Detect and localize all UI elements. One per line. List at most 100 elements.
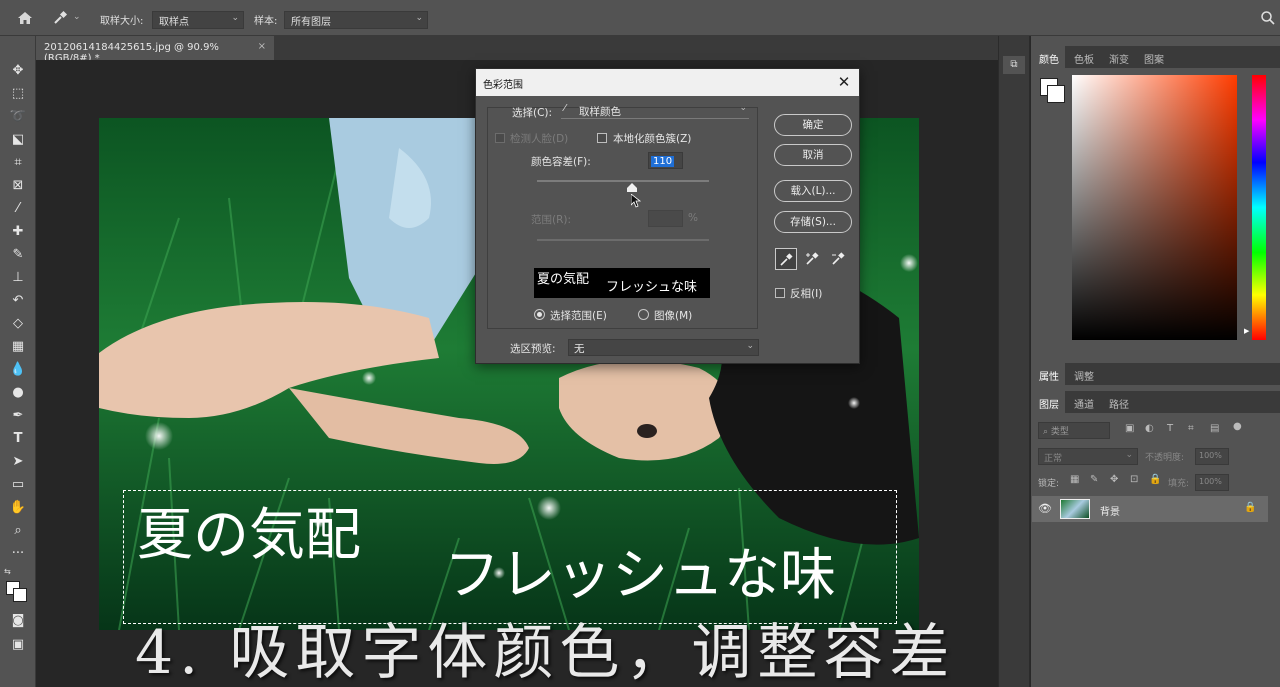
shape-filter-icon[interactable]: ⌗ — [1188, 423, 1194, 434]
dodge-tool-icon[interactable]: ● — [8, 384, 28, 402]
gradient-tool-icon[interactable]: ▦ — [8, 338, 28, 356]
selection-preview-thumbnail: 夏の気配 フレッシュな味 — [534, 268, 710, 298]
lock-transparency-icon[interactable]: ▦ — [1070, 474, 1079, 485]
frame-tool-icon[interactable]: ⊠ — [8, 177, 28, 195]
home-icon[interactable] — [16, 9, 34, 27]
image-radio[interactable] — [638, 309, 649, 320]
localized-clusters-checkbox[interactable] — [597, 133, 607, 143]
eyedropper-subtract-icon[interactable] — [827, 248, 849, 270]
select-dropdown[interactable]: ⁄ 取样颜色 ⌄ — [561, 103, 749, 119]
tab-properties[interactable]: 属性 — [1039, 368, 1059, 383]
opacity-value: 100% — [1199, 451, 1222, 460]
cancel-button[interactable]: 取消 — [774, 144, 852, 166]
blend-mode-select[interactable]: 正常 ⌄ — [1038, 448, 1138, 465]
save-button[interactable]: 存储(S)... — [774, 211, 852, 233]
fuzziness-slider-thumb[interactable] — [626, 183, 637, 193]
search-icon[interactable] — [1260, 10, 1276, 26]
brush-tool-icon[interactable]: ✎ — [8, 246, 28, 264]
smart-object-filter-icon[interactable]: ▤ — [1210, 423, 1219, 434]
lock-label: 锁定: — [1038, 479, 1060, 489]
selection-radio[interactable] — [534, 309, 545, 320]
tab-patterns[interactable]: 图案 — [1144, 51, 1164, 66]
quick-mask-icon[interactable]: ◙ — [8, 612, 28, 630]
adjustment-filter-icon[interactable]: ◐ — [1145, 423, 1154, 434]
blur-tool-icon[interactable]: 💧 — [8, 361, 28, 379]
layer-filter-placeholder: 类型 — [1050, 427, 1069, 437]
tutorial-caption: 4. 吸取字体颜色，调整容差 — [135, 618, 956, 687]
sample-select[interactable]: 所有图层 ⌄ — [284, 11, 428, 29]
eyedropper-add-icon[interactable] — [801, 248, 823, 270]
ok-button[interactable]: 确定 — [774, 114, 852, 136]
eyedropper-icon: ⁄ — [564, 103, 566, 114]
background-color-swatch[interactable] — [13, 588, 27, 602]
hand-tool-icon[interactable]: ✋ — [8, 499, 28, 517]
load-button[interactable]: 载入(L)... — [774, 180, 852, 202]
crop-tool-icon[interactable]: ⌗ — [8, 154, 28, 172]
zoom-tool-icon[interactable]: ⌕ — [8, 522, 28, 540]
tab-adjustments[interactable]: 调整 — [1074, 368, 1094, 383]
image-text-natsu: 夏の気配 — [137, 503, 361, 568]
tool-preset-eyedropper-icon[interactable] — [52, 10, 68, 26]
dialog-title: 色彩范围 — [483, 80, 523, 91]
pixel-filter-icon[interactable]: ▣ — [1125, 423, 1134, 434]
type-tool-icon[interactable]: T — [8, 430, 28, 448]
marquee-tool-icon[interactable]: ⬚ — [8, 85, 28, 103]
more-tools-icon[interactable]: ··· — [8, 545, 28, 563]
tab-paths[interactable]: 路径 — [1109, 396, 1129, 411]
close-tab-icon[interactable]: × — [258, 41, 266, 52]
fuzziness-slider-track[interactable] — [537, 180, 709, 182]
eyedropper-sample-icon[interactable] — [775, 248, 797, 270]
move-tool-icon[interactable]: ✥ — [8, 62, 28, 80]
rectangle-tool-icon[interactable]: ▭ — [8, 476, 28, 494]
tab-layers[interactable]: 图层 — [1039, 396, 1059, 411]
lock-artboard-icon[interactable]: ⊡ — [1130, 474, 1138, 485]
preview-text-fresh: フレッシュな味 — [606, 280, 698, 295]
eyedropper-tool-icon[interactable]: ⁄ — [8, 200, 28, 218]
lasso-tool-icon[interactable]: ➰ — [8, 108, 28, 126]
quick-select-tool-icon[interactable]: ⬕ — [8, 131, 28, 149]
visibility-eye-icon[interactable]: 👁 — [1038, 502, 1052, 515]
layer-filter-select[interactable]: ⌕ 类型 — [1038, 422, 1110, 439]
sample-size-select[interactable]: 取样点 ⌄ — [152, 11, 244, 29]
sample-value: 所有图层 — [291, 17, 331, 28]
layer-row[interactable]: 👁 背景 🔒 — [1032, 496, 1268, 522]
detect-faces-checkbox[interactable] — [495, 133, 505, 143]
path-select-tool-icon[interactable]: ➤ — [8, 453, 28, 471]
chevron-down-icon[interactable]: ⌄ — [73, 12, 81, 22]
opacity-input[interactable]: 100% — [1195, 448, 1229, 465]
document-tab[interactable]: 20120614184425615.jpg @ 90.9%(RGB/8#) * … — [36, 36, 274, 64]
invert-checkbox[interactable] — [775, 288, 785, 298]
panel-bg-swatch[interactable] — [1047, 85, 1065, 103]
range-unit: % — [688, 212, 698, 224]
tab-gradients[interactable]: 渐变 — [1109, 51, 1129, 66]
tab-color[interactable]: 颜色 — [1039, 51, 1059, 66]
hue-slider[interactable] — [1252, 75, 1266, 340]
healing-brush-tool-icon[interactable]: ✚ — [8, 223, 28, 241]
eraser-tool-icon[interactable]: ◇ — [8, 315, 28, 333]
properties-panel-tabs: 属性 调整 — [1031, 363, 1280, 385]
clone-stamp-tool-icon[interactable]: ⊥ — [8, 269, 28, 287]
history-brush-tool-icon[interactable]: ↶ — [8, 292, 28, 310]
close-icon[interactable]: ✕ — [835, 73, 853, 91]
range-slider-track — [537, 239, 709, 241]
invert-label: 反相(I) — [790, 288, 823, 300]
tab-swatches[interactable]: 色板 — [1074, 51, 1094, 66]
lock-all-icon[interactable]: 🔒 — [1149, 474, 1161, 485]
pen-tool-icon[interactable]: ✒ — [8, 407, 28, 425]
selection-preview-select[interactable]: 无 ⌄ — [568, 339, 759, 356]
screen-mode-icon[interactable]: ▣ — [8, 636, 28, 654]
tab-channels[interactable]: 通道 — [1074, 396, 1094, 411]
sample-size-label: 取样大小: — [100, 16, 144, 27]
selection-preview-value: 无 — [574, 343, 585, 355]
fill-input[interactable]: 100% — [1195, 474, 1229, 491]
lock-position-icon[interactable]: ✥ — [1110, 474, 1118, 485]
range-input — [648, 210, 683, 227]
swap-colors-icon[interactable]: ⇆ — [4, 567, 11, 576]
lock-pixels-icon[interactable]: ✎ — [1090, 474, 1098, 485]
fuzziness-input[interactable]: 110 — [648, 152, 683, 169]
history-panel-icon[interactable]: ⧉ — [1003, 56, 1025, 74]
filter-toggle-icon[interactable]: ● — [1233, 421, 1242, 432]
dialog-titlebar[interactable]: 色彩范围 ✕ — [476, 69, 859, 96]
type-filter-icon[interactable]: T — [1167, 423, 1173, 434]
color-field[interactable] — [1072, 75, 1237, 340]
